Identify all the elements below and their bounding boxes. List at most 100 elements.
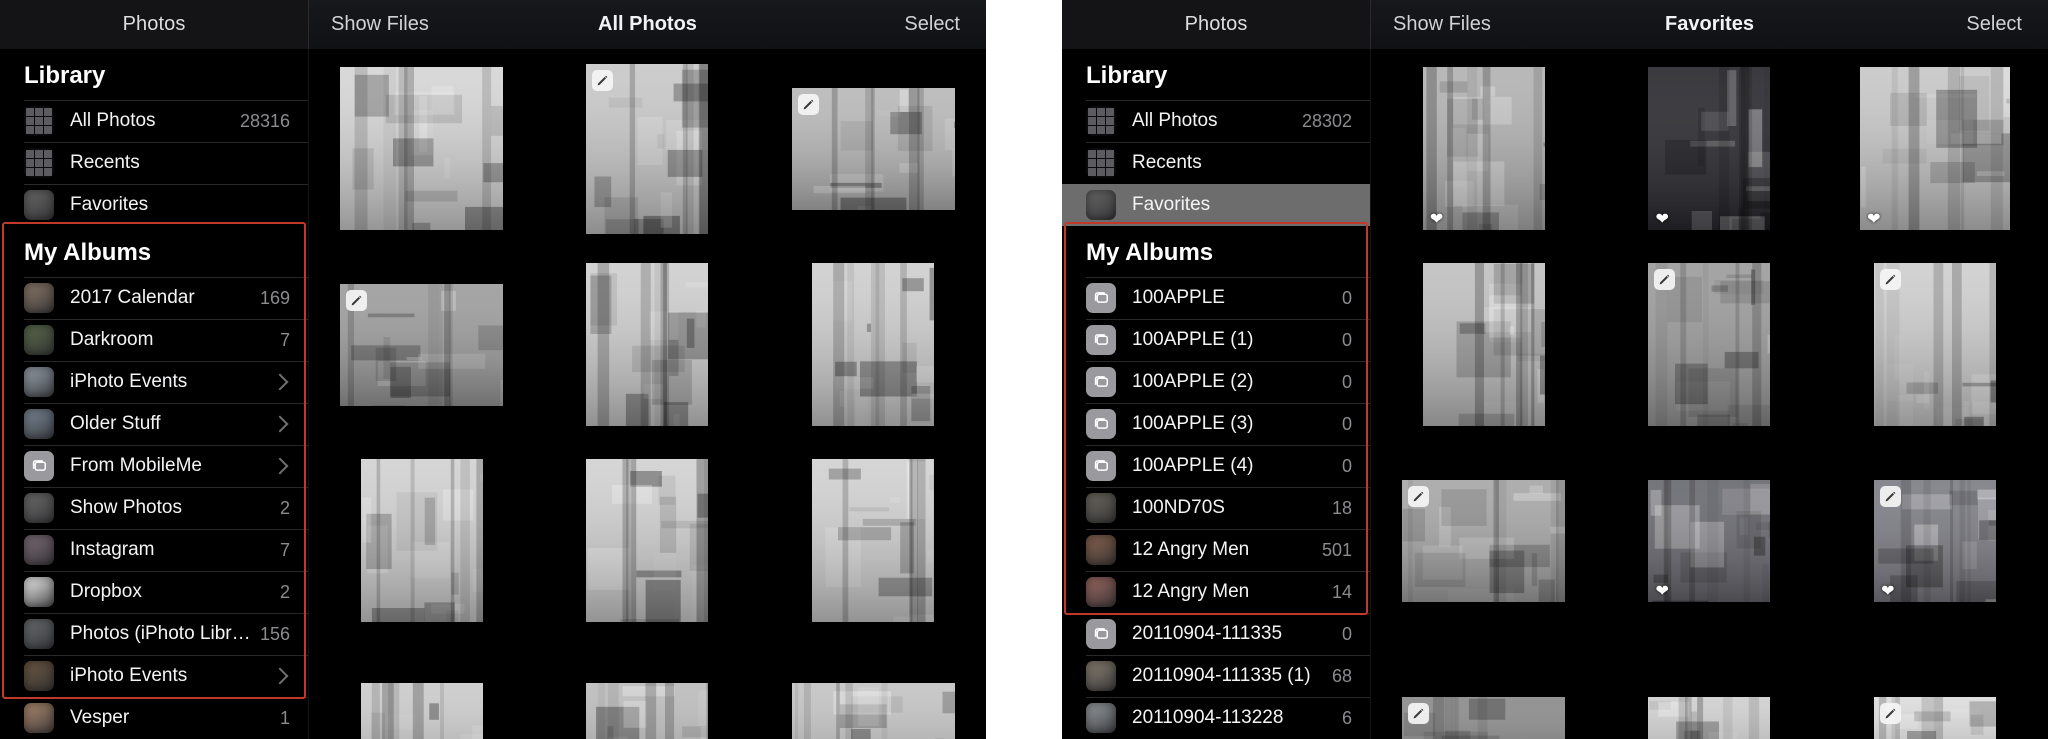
photo-cell[interactable] bbox=[1371, 445, 1597, 641]
photo-cell[interactable] bbox=[535, 445, 761, 641]
album-item-100apple-2[interactable]: 100APPLE (2) 0 bbox=[1062, 361, 1370, 403]
photo-cell[interactable] bbox=[760, 641, 986, 739]
photo-thumbnail[interactable] bbox=[586, 682, 709, 739]
photo-cell[interactable] bbox=[309, 641, 535, 739]
sidebar-item-recents[interactable]: Recents bbox=[1062, 142, 1370, 184]
sidebar-item-all-photos[interactable]: All Photos 28302 bbox=[1062, 100, 1370, 142]
select-button[interactable]: Select bbox=[904, 13, 960, 36]
album-item-dropbox[interactable]: Dropbox 2 bbox=[0, 571, 308, 613]
photo-cell[interactable]: ❤ bbox=[1371, 53, 1597, 249]
album-item-12-angry-men[interactable]: 12 Angry Men 14 bbox=[1062, 571, 1370, 613]
sidebar[interactable]: Library All Photos 28302 Recents Favorites My… bbox=[1062, 49, 1371, 739]
photo-thumbnail[interactable] bbox=[360, 459, 483, 627]
album-item-100apple-1[interactable]: 100APPLE (1) 0 bbox=[1062, 319, 1370, 361]
photo-cell[interactable] bbox=[1597, 249, 1823, 445]
photo-cell[interactable] bbox=[535, 249, 761, 445]
album-thumb-icon bbox=[1086, 577, 1116, 607]
photo-grid-icon bbox=[1086, 106, 1116, 136]
album-thumb-icon bbox=[24, 325, 54, 355]
album-item-100nd70s[interactable]: 100ND70S 18 bbox=[1062, 487, 1370, 529]
detail-nav-zone: Show Files Favorites Select bbox=[1371, 0, 2048, 49]
photo-grid-area[interactable]: ❤ ❤ ❤ ❤ ❤ bbox=[1371, 49, 2048, 739]
album-item-2017-calendar[interactable]: 2017 Calendar 169 bbox=[0, 277, 308, 319]
album-thumb-icon bbox=[24, 703, 54, 733]
album-item-older-stuff[interactable]: Older Stuff bbox=[0, 403, 308, 445]
album-item-show-photos[interactable]: Show Photos 2 bbox=[0, 487, 308, 529]
photo-thumbnail[interactable] bbox=[1874, 696, 1997, 739]
photo-thumbnail[interactable] bbox=[791, 87, 955, 215]
album-item-iphoto-events[interactable]: iPhoto Events bbox=[0, 361, 308, 403]
photo-thumbnail[interactable] bbox=[360, 682, 483, 739]
photo-cell[interactable] bbox=[1822, 641, 2048, 739]
album-item-iphoto-events[interactable]: iPhoto Events bbox=[0, 655, 308, 697]
photo-thumbnail[interactable] bbox=[586, 263, 709, 431]
sidebar-item-all-photos[interactable]: All Photos 28316 bbox=[0, 100, 308, 142]
select-button[interactable]: Select bbox=[1966, 13, 2022, 36]
album-thumb-icon bbox=[24, 367, 54, 397]
sidebar-nav-title: Photos bbox=[122, 13, 186, 35]
favorite-heart-icon: ❤ bbox=[1655, 582, 1669, 600]
photo-grid-icon bbox=[24, 106, 54, 136]
sidebar[interactable]: Library All Photos 28316 Recents Favorites My… bbox=[0, 49, 309, 739]
photo-thumbnail[interactable]: ❤ bbox=[1648, 67, 1771, 235]
photo-cell[interactable] bbox=[760, 445, 986, 641]
photo-cell[interactable] bbox=[1371, 249, 1597, 445]
album-item-from-mobileme[interactable]: From MobileMe bbox=[0, 445, 308, 487]
photo-thumbnail[interactable] bbox=[340, 283, 504, 411]
photo-cell[interactable] bbox=[309, 249, 535, 445]
photo-thumbnail[interactable] bbox=[791, 682, 955, 739]
photo-cell[interactable] bbox=[535, 641, 761, 739]
chevron-right-icon bbox=[271, 415, 289, 433]
album-item-label: Instagram bbox=[70, 539, 155, 560]
photo-cell[interactable]: ❤ bbox=[1597, 53, 1823, 249]
album-item-20110904-111335[interactable]: 20110904-111335 0 bbox=[1062, 613, 1370, 655]
photo-thumbnail[interactable]: ❤ bbox=[1860, 67, 2011, 235]
photo-cell[interactable] bbox=[760, 249, 986, 445]
sidebar-item-favorites[interactable]: Favorites bbox=[0, 184, 308, 226]
photo-cell[interactable] bbox=[1597, 641, 1823, 739]
album-item-100apple-4[interactable]: 100APPLE (4) 0 bbox=[1062, 445, 1370, 487]
photo-thumbnail[interactable]: ❤ bbox=[1422, 67, 1545, 235]
photo-thumbnail[interactable]: ❤ bbox=[1874, 479, 1997, 607]
photo-thumbnail[interactable] bbox=[1402, 696, 1566, 739]
photo-cell[interactable]: ❤ bbox=[1597, 445, 1823, 641]
sidebar-item-favorites[interactable]: Favorites bbox=[1062, 184, 1370, 226]
album-item-vesper[interactable]: Vesper 1 bbox=[0, 697, 308, 739]
photo-cell[interactable]: ❤ bbox=[1822, 53, 2048, 249]
photo-cell[interactable] bbox=[1822, 249, 2048, 445]
photo-thumbnail[interactable] bbox=[812, 263, 935, 431]
album-item-count: 501 bbox=[1321, 539, 1352, 560]
album-item-label: 12 Angry Men bbox=[1132, 539, 1250, 560]
photo-thumbnail[interactable]: ❤ bbox=[1648, 479, 1771, 607]
album-item-label: 100APPLE bbox=[1132, 287, 1225, 308]
photo-cell[interactable] bbox=[760, 53, 986, 249]
album-item-20110904-113228[interactable]: 20110904-113228 6 bbox=[1062, 697, 1370, 739]
album-item-100apple-3[interactable]: 100APPLE (3) 0 bbox=[1062, 403, 1370, 445]
photo-thumbnail[interactable] bbox=[586, 63, 709, 239]
photo-grid bbox=[309, 53, 986, 739]
album-item-12-angry-men[interactable]: 12 Angry Men 501 bbox=[1062, 529, 1370, 571]
photo-cell[interactable] bbox=[1371, 641, 1597, 739]
photo-thumbnail[interactable] bbox=[1874, 263, 1997, 431]
photo-cell[interactable] bbox=[309, 445, 535, 641]
photo-thumbnail[interactable] bbox=[1648, 696, 1771, 739]
photo-thumbnail[interactable] bbox=[1422, 263, 1545, 431]
album-item-photos-iphoto-library[interactable]: Photos (iPhoto Library) 156 bbox=[0, 613, 308, 655]
photo-cell[interactable] bbox=[309, 53, 535, 249]
album-thumb-icon bbox=[24, 535, 54, 565]
photo-thumbnail[interactable] bbox=[1402, 479, 1566, 607]
album-item-20110904-111335-1[interactable]: 20110904-111335 (1) 68 bbox=[1062, 655, 1370, 697]
photo-cell[interactable] bbox=[535, 53, 761, 249]
photo-thumbnail[interactable] bbox=[340, 67, 504, 235]
photo-cell[interactable]: ❤ bbox=[1822, 445, 2048, 641]
photo-grid-icon bbox=[24, 148, 54, 178]
photo-thumbnail[interactable] bbox=[812, 459, 935, 627]
sidebar-item-recents[interactable]: Recents bbox=[0, 142, 308, 184]
photo-thumbnail[interactable] bbox=[586, 459, 709, 627]
album-item-count: 169 bbox=[259, 287, 290, 308]
album-item-darkroom[interactable]: Darkroom 7 bbox=[0, 319, 308, 361]
album-item-100apple[interactable]: 100APPLE 0 bbox=[1062, 277, 1370, 319]
photo-grid-area[interactable] bbox=[309, 49, 986, 739]
album-item-instagram[interactable]: Instagram 7 bbox=[0, 529, 308, 571]
photo-thumbnail[interactable] bbox=[1648, 263, 1771, 431]
